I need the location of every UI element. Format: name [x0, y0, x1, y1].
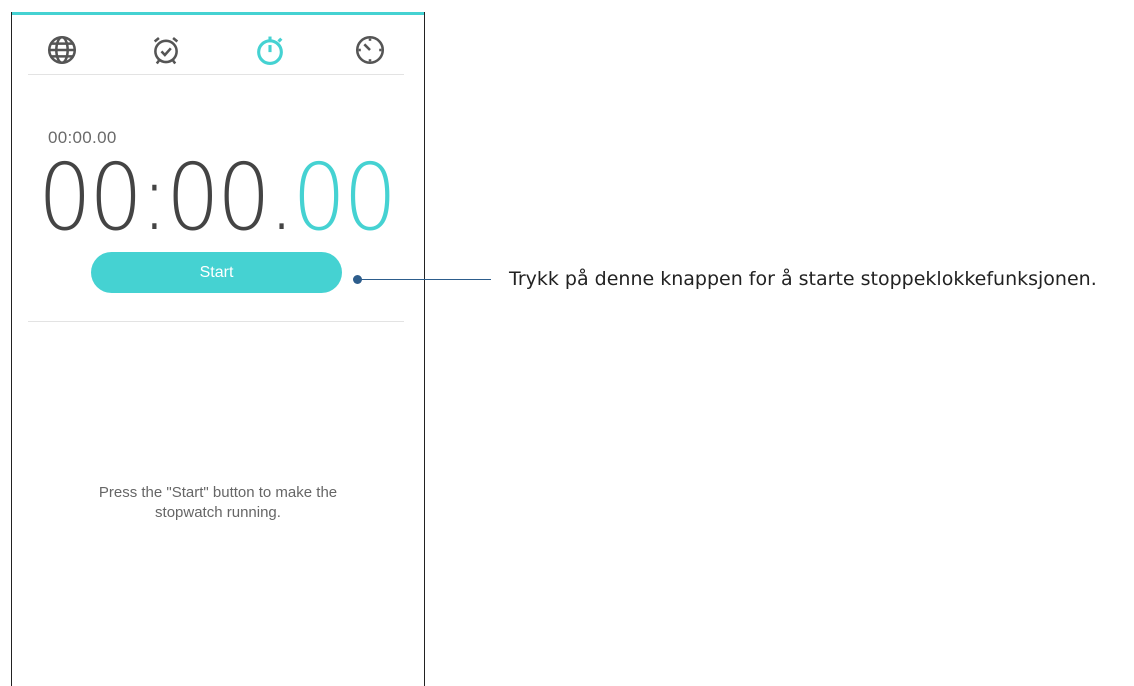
stopwatch-main-digits: 00:00. — [38, 144, 295, 251]
callout-dot — [353, 275, 362, 284]
stopwatch-display: 00:00.00 — [38, 148, 397, 248]
hint-line-1: Press the "Start" button to make the — [98, 484, 338, 501]
globe-icon — [47, 35, 77, 65]
section-divider — [28, 321, 404, 322]
stopwatch-hundredths: 00 — [292, 144, 397, 251]
callout-line — [357, 279, 491, 280]
hint-line-2: stopwatch running. — [155, 504, 281, 521]
timer-icon — [355, 35, 385, 65]
tab-alarm[interactable] — [148, 32, 184, 68]
hint-text: Press the "Start" button to make the sto… — [12, 483, 424, 523]
callout-text: Trykk på denne knappen for å starte stop… — [509, 268, 1097, 290]
start-button[interactable]: Start — [91, 252, 342, 293]
phone-screen: 00:00.00 00:00.00 Start Press the "Start… — [11, 12, 425, 686]
tab-divider — [28, 74, 404, 75]
tab-stopwatch[interactable] — [252, 32, 288, 68]
alarm-icon — [153, 36, 179, 65]
stopwatch-icon — [257, 36, 283, 66]
tab-world-clock[interactable] — [44, 32, 80, 68]
tab-timer[interactable] — [352, 32, 388, 68]
